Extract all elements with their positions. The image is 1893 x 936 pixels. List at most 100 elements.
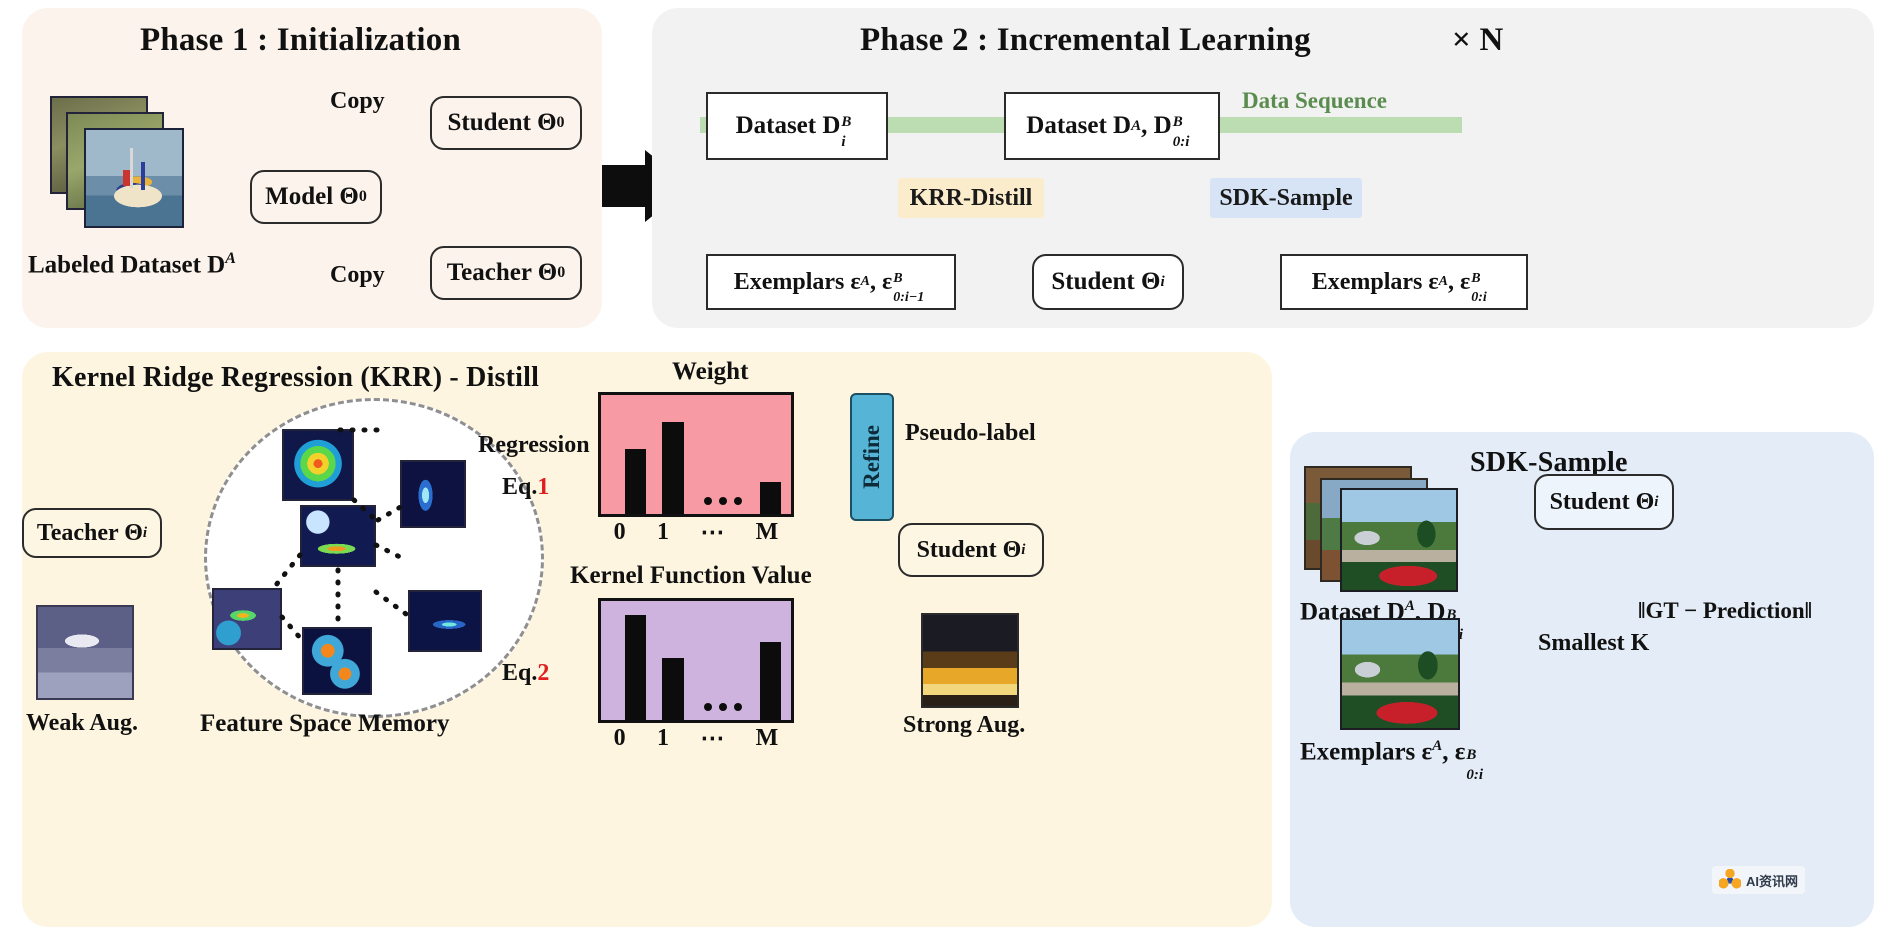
teacher-thetai-label: Teacher Θ	[36, 519, 143, 546]
exemplars-left-box[interactable]: Exemplars εA, ε B 0:i−1	[706, 254, 956, 310]
weight-chart-axis: 0 1 ⋯ M	[598, 518, 794, 547]
eq2-prefix: Eq.	[502, 660, 538, 686]
weak-aug-caption: Weak Aug.	[26, 710, 139, 736]
exemplars-left-sup2: B	[893, 271, 903, 286]
dataset-dab-sup-a: A	[1131, 117, 1142, 134]
sdk-exemplars-sup-a: A	[1432, 738, 1443, 754]
copy-label-top: Copy	[330, 88, 385, 114]
phase1-title: Phase 1 : Initialization	[140, 22, 462, 58]
eq1-label: Eq.1	[502, 474, 549, 501]
feature-map-top	[282, 429, 354, 501]
kernel-bar-1	[662, 658, 684, 720]
watermark-text: AI资讯网	[1746, 873, 1799, 889]
student-thetai-box-p2[interactable]: Student Θi	[1032, 254, 1184, 310]
student-thetai-box-sdk[interactable]: Student Θi	[1534, 474, 1674, 530]
weight-axis-tick-1: 1	[656, 519, 669, 545]
copy-label-bottom: Copy	[330, 262, 385, 288]
sdk-exemplar-image	[1340, 618, 1460, 730]
refine-button[interactable]: Refine	[850, 393, 894, 521]
refine-label: Refine	[859, 425, 884, 489]
feature-space-memory-caption: Feature Space Memory	[200, 710, 450, 737]
sdk-exemplars-comma: , ε	[1442, 738, 1466, 766]
teacher-thetai-sub: i	[142, 524, 148, 541]
dataset-dab-label: Dataset D	[1026, 112, 1132, 139]
sdk-dataset-thumb-front	[1340, 488, 1458, 592]
kernel-axis-tick-m: M	[755, 725, 779, 751]
teacher-thetai-box[interactable]: Teacher Θi	[22, 508, 162, 558]
sdk-exemplars-sup-b: B	[1466, 747, 1477, 764]
strong-aug-image	[921, 613, 1019, 708]
phase2-title: Phase 2 : Incremental Learning	[860, 22, 1311, 58]
student-theta0-label: Student Θ	[447, 109, 557, 136]
weight-chart-title: Weight	[672, 358, 749, 385]
krr-distill-tag[interactable]: KRR-Distill	[898, 178, 1044, 218]
sdk-dataset-sup-a: A	[1404, 598, 1415, 614]
exemplars-right-sup2: B	[1471, 271, 1481, 286]
exemplars-right-sub2: 0:i	[1471, 290, 1487, 305]
exemplars-right-box[interactable]: Exemplars εA, ε B 0:i	[1280, 254, 1528, 310]
labeled-dataset-stack	[50, 96, 195, 231]
dataset-thumb-front	[84, 128, 184, 228]
data-sequence-label: Data Sequence	[1242, 88, 1388, 113]
regression-label: Regression	[478, 432, 590, 458]
weight-bar-ellipsis	[703, 497, 742, 505]
exemplars-right-label: Exemplars ε	[1311, 268, 1439, 295]
eq1-number: 1	[537, 474, 550, 500]
model-box[interactable]: Model Θ0	[250, 170, 382, 224]
flower-logo-icon	[1719, 869, 1741, 891]
weight-bar-m	[759, 482, 781, 514]
krr-panel-title: Kernel Ridge Regression (KRR) - Distill	[52, 362, 540, 393]
dataset-dab-sub-b: 0:i	[1172, 134, 1190, 150]
smallest-k-label: Smallest K	[1538, 630, 1650, 656]
dataset-db-box[interactable]: Dataset D B i	[706, 92, 888, 160]
sdk-sample-tag[interactable]: SDK-Sample	[1210, 178, 1362, 218]
phase2-repeat-count: × N	[1452, 22, 1504, 58]
model-box-label: Model Θ	[265, 183, 359, 210]
kernel-chart	[598, 598, 794, 723]
sdk-exemplars-caption-text: Exemplars ε	[1300, 738, 1433, 766]
dataset-dab-sup-b: B	[1172, 114, 1183, 130]
norm-expression: ‖GT − Prediction‖	[1638, 598, 1813, 623]
dataset-dab-comma: , D	[1141, 112, 1172, 139]
student-thetai-sub-krr: i	[1021, 541, 1026, 558]
model-box-sub: 0	[358, 188, 367, 205]
student-theta0-sub: 0	[556, 114, 565, 131]
teacher-theta0-box[interactable]: Teacher Θ0	[430, 246, 582, 300]
kernel-bar-m	[759, 642, 781, 720]
dataset-db-sup: B	[841, 114, 852, 130]
student-theta0-box[interactable]: Student Θ0	[430, 96, 582, 150]
student-thetai-label-sdk: Student Θ	[1549, 488, 1655, 515]
exemplars-left-label: Exemplars ε	[733, 268, 861, 295]
kernel-bar-ellipsis	[703, 703, 742, 711]
dataset-db-label: Dataset D	[735, 112, 841, 139]
weight-axis-tick-m: M	[755, 519, 779, 545]
weight-axis-tick-0: 0	[613, 519, 626, 545]
sdk-exemplars-caption: Exemplars εA, ε B 0:i	[1300, 738, 1491, 783]
krr-distill-tag-label: KRR-Distill	[909, 184, 1033, 211]
dataset-dab-box[interactable]: Dataset DA, D B 0:i	[1004, 92, 1220, 160]
pseudo-label-text: Pseudo-label	[905, 420, 1036, 446]
sdk-sample-tag-label: SDK-Sample	[1219, 184, 1353, 211]
weight-bar-0	[625, 449, 647, 514]
exemplars-left-sup: A	[860, 274, 870, 289]
feature-map-bottom	[302, 627, 372, 695]
sdk-dataset-stack	[1304, 466, 1474, 592]
feature-map-right-upper	[400, 460, 466, 528]
eq2-label: Eq.2	[502, 660, 549, 687]
kernel-axis-tick-1: 1	[656, 725, 669, 751]
student-thetai-box-krr[interactable]: Student Θi	[898, 523, 1044, 577]
student-thetai-sub-p2: i	[1160, 273, 1165, 290]
teacher-theta0-sub: 0	[557, 264, 566, 281]
exemplars-right-comma: , ε	[1448, 268, 1471, 295]
feature-map-left-lower	[212, 588, 282, 650]
kernel-axis-tick-0: 0	[613, 725, 626, 751]
kernel-bar-0	[625, 615, 647, 720]
weight-bar-1	[662, 422, 684, 514]
kernel-chart-axis: 0 1 ⋯ M	[598, 724, 794, 753]
student-thetai-sub-sdk: i	[1654, 493, 1659, 510]
exemplars-left-sub2: 0:i−1	[893, 290, 925, 305]
exemplars-right-sup: A	[1438, 274, 1448, 289]
strong-aug-caption: Strong Aug.	[903, 712, 1026, 738]
student-thetai-label-krr: Student Θ	[916, 536, 1022, 563]
weak-aug-image	[36, 605, 134, 700]
